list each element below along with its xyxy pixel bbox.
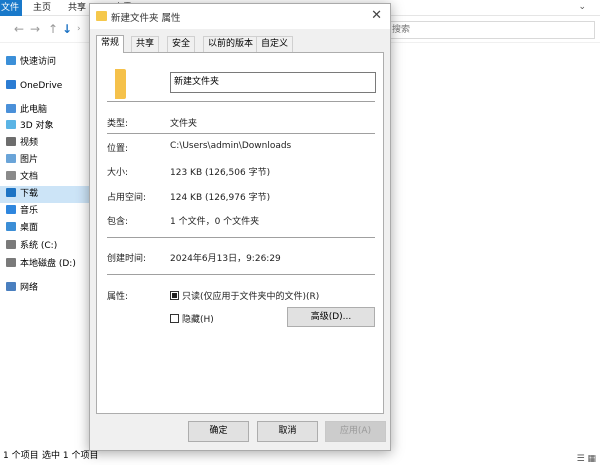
sidebar-item-desktop[interactable]: 桌面: [0, 220, 90, 237]
hidden-label: 隐藏(H): [182, 315, 214, 325]
divider: [107, 237, 375, 238]
sidebar-item-this-pc[interactable]: 此电脑: [0, 102, 90, 119]
location-value: C:\Users\admin\Downloads: [170, 141, 292, 151]
sidebar-item-label: 桌面: [20, 223, 39, 233]
dialog-titlebar: 新建文件夹 属性 ✕: [90, 4, 390, 29]
ribbon-tab-home[interactable]: 主页: [33, 0, 51, 16]
cancel-button[interactable]: 取消: [257, 421, 318, 442]
tab-strip: 常规 共享 安全 以前的版本 自定义: [96, 35, 384, 53]
sidebar-item-label: 此电脑: [20, 105, 48, 115]
readonly-label: 只读(仅应用于文件夹中的文件)(R): [182, 292, 320, 302]
attributes-label: 属性:: [107, 292, 129, 302]
sidebar-item-label: 网络: [20, 283, 39, 293]
document-icon: [6, 171, 16, 180]
ribbon-tab-share[interactable]: 共享: [68, 0, 86, 16]
music-icon: [6, 205, 16, 214]
folder-icon: [96, 11, 107, 21]
checkbox-indeterminate-icon: [170, 291, 179, 300]
sidebar-item-music[interactable]: 音乐: [0, 203, 90, 220]
sidebar-item-label: 系统 (C:): [20, 241, 58, 251]
sidebar-item-label: 本地磁盘 (D:): [20, 259, 76, 269]
drive-icon: [6, 258, 16, 267]
location-label: 位置:: [107, 144, 129, 154]
video-icon: [6, 137, 16, 146]
sidebar-item-label: 快速访问: [20, 57, 57, 67]
disk-size-value: 124 KB (126,976 字节): [170, 193, 271, 203]
properties-dialog: 新建文件夹 属性 ✕ 常规 共享 安全 以前的版本 自定义 新建文件夹 类型: …: [89, 3, 391, 451]
readonly-checkbox[interactable]: 只读(仅应用于文件夹中的文件)(R): [170, 289, 319, 302]
forward-icon[interactable]: →: [30, 22, 40, 36]
search-input[interactable]: 搜索: [390, 21, 595, 39]
sidebar-item-label: 图片: [20, 155, 39, 165]
download-folder-icon: ↓: [62, 22, 73, 36]
dialog-title: 新建文件夹 属性: [111, 13, 181, 24]
close-icon[interactable]: ✕: [371, 8, 382, 23]
tab-previous-versions[interactable]: 以前的版本: [203, 36, 259, 52]
cube-icon: [6, 120, 16, 129]
divider: [107, 133, 375, 134]
disk-size-label: 占用空间:: [107, 193, 147, 203]
sidebar-item-drive-d[interactable]: 本地磁盘 (D:): [0, 256, 90, 273]
item-count: 1 个项目: [3, 451, 39, 461]
search-placeholder: 搜索: [392, 25, 411, 35]
type-label: 类型:: [107, 119, 129, 129]
sidebar-item-onedrive[interactable]: OneDrive: [0, 78, 90, 95]
hidden-checkbox[interactable]: 隐藏(H): [170, 312, 214, 325]
divider: [107, 101, 375, 102]
contains-value: 1 个文件，0 个文件夹: [170, 217, 260, 227]
advanced-button[interactable]: 高级(D)...: [287, 307, 375, 327]
cloud-icon: [6, 80, 16, 89]
desktop-icon: [6, 222, 16, 231]
sidebar-item-quick-access[interactable]: 快速访问: [0, 54, 90, 71]
sidebar-item-label: 音乐: [20, 206, 39, 216]
tab-general[interactable]: 常规: [96, 35, 125, 53]
ok-button[interactable]: 确定: [188, 421, 249, 442]
tab-customize[interactable]: 自定义: [256, 36, 294, 52]
contains-label: 包含:: [107, 217, 129, 227]
sidebar-item-pictures[interactable]: 图片: [0, 152, 90, 169]
chevron-down-icon[interactable]: ⌄: [578, 2, 586, 12]
sidebar-item-label: 视频: [20, 138, 39, 148]
back-icon[interactable]: ←: [14, 22, 24, 36]
tab-sharing[interactable]: 共享: [131, 36, 160, 52]
tab-security[interactable]: 安全: [167, 36, 196, 52]
divider: [107, 274, 375, 275]
size-value: 123 KB (126,506 字节): [170, 168, 271, 178]
sidebar-item-3d-objects[interactable]: 3D 对象: [0, 118, 90, 135]
folder-icon: [115, 69, 126, 99]
checkbox-unchecked-icon: [170, 314, 179, 323]
chevron-right-icon[interactable]: ›: [77, 24, 81, 34]
sidebar-item-label: 下载: [20, 189, 39, 199]
sidebar-item-label: OneDrive: [20, 81, 63, 91]
apply-button[interactable]: 应用(A): [325, 421, 386, 442]
ribbon-file-tab[interactable]: 文件: [0, 0, 22, 16]
sidebar-item-label: 文档: [20, 172, 39, 182]
picture-icon: [6, 154, 16, 163]
sidebar-item-documents[interactable]: 文档: [0, 169, 90, 186]
sidebar-item-drive-c[interactable]: 系统 (C:): [0, 238, 90, 255]
drive-icon: [6, 240, 16, 249]
download-icon: [6, 188, 16, 197]
sidebar: 快速访问 OneDrive 此电脑 3D 对象 视频 图片 文档 下载 音乐 桌…: [0, 44, 90, 444]
sidebar-item-videos[interactable]: 视频: [0, 135, 90, 152]
sidebar-item-label: 3D 对象: [20, 121, 54, 131]
star-icon: [6, 56, 16, 65]
sidebar-item-downloads[interactable]: 下载: [0, 186, 90, 203]
type-value: 文件夹: [170, 119, 198, 129]
sidebar-item-network[interactable]: 网络: [0, 280, 90, 297]
folder-name-input[interactable]: 新建文件夹: [170, 72, 376, 93]
created-label: 创建时间:: [107, 254, 147, 264]
up-icon[interactable]: ↑: [48, 22, 58, 36]
general-panel: 新建文件夹 类型: 文件夹 位置: C:\Users\admin\Downloa…: [96, 52, 384, 414]
created-value: 2024年6月13日，9:26:29: [170, 254, 281, 264]
computer-icon: [6, 104, 16, 113]
view-toggle-icons[interactable]: ☰ ▦: [577, 451, 596, 465]
size-label: 大小:: [107, 168, 129, 178]
network-icon: [6, 282, 16, 291]
